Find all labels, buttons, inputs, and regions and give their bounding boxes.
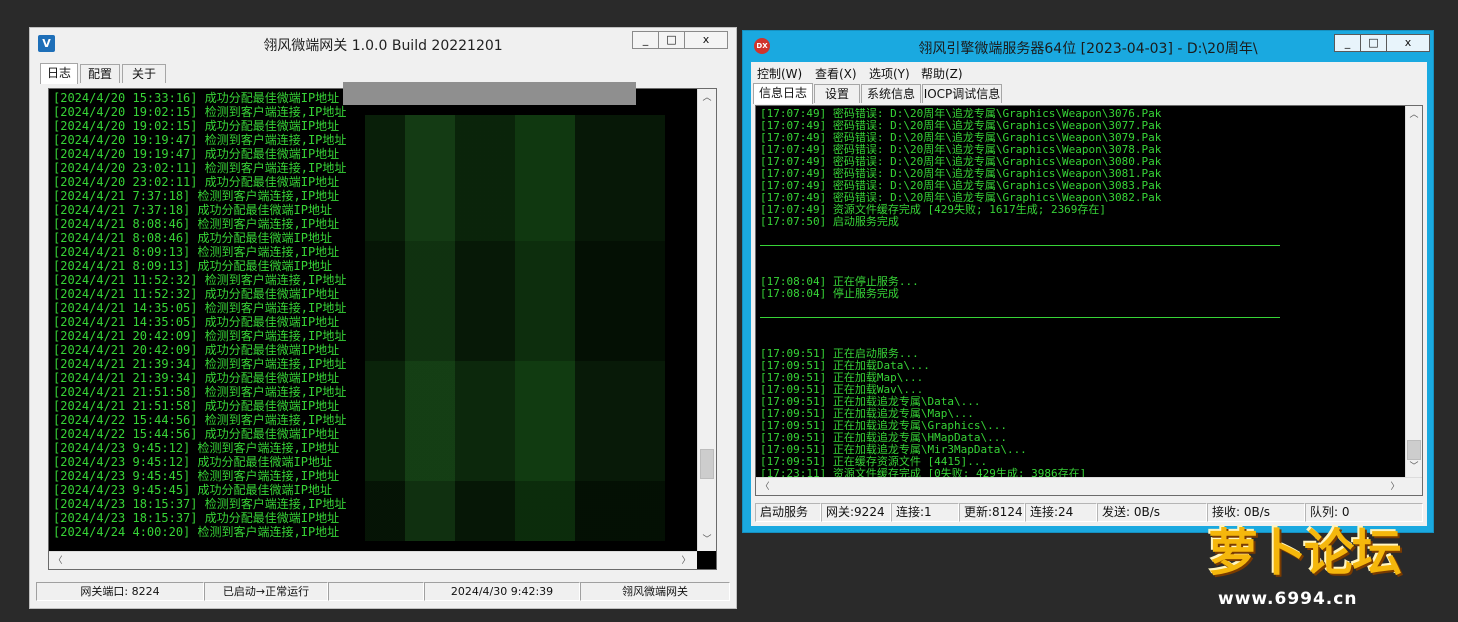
gateway-log-panel: [2024/4/20 15:33:16] 成功分配最佳微端IP地址 [2024/4… [48,88,717,570]
status-time: 2024/4/30 9:42:39 [424,582,580,601]
tab-iocp-debug[interactable]: IOCP调试信息 [922,84,1002,103]
minimize-button[interactable]: _ [1334,34,1361,52]
tab-about[interactable]: 关于 [122,64,166,83]
scroll-thumb[interactable] [700,449,714,479]
menu-control[interactable]: 控制(W) [757,65,802,82]
server-window-title: 翎风引擎微端服务器64位 [2023-04-03] - D:\20周年\ [918,41,1258,57]
tab-system-info[interactable]: 系统信息 [861,84,921,103]
server-window: DX 翎风引擎微端服务器64位 [2023-04-03] - D:\20周年\ … [742,30,1434,533]
minimize-button[interactable]: _ [632,31,659,49]
tab-log[interactable]: 日志 [40,63,78,84]
tab-settings[interactable]: 设置 [814,84,860,103]
status-port: 网关端口: 8224 [36,582,204,601]
watermark-url: www.6994.cn [1218,589,1358,609]
server-horizontal-scrollbar[interactable]: 〈 〉 [756,477,1422,495]
status-update-connections: 连接:24 [1025,503,1097,522]
log-separator [760,312,1400,324]
tab-config[interactable]: 配置 [80,64,120,83]
server-titlebar[interactable]: DX 翎风引擎微端服务器64位 [2023-04-03] - D:\20周年\ … [743,31,1433,61]
server-vertical-scrollbar[interactable]: ︿ ﹀ [1405,106,1422,477]
server-log: [17:07:49] 密码错误: D:\20周年\追龙专属\Graphics\W… [760,108,1400,478]
tab-info-log[interactable]: 信息日志 [753,83,813,104]
scroll-up-icon[interactable]: ︿ [1407,108,1421,122]
gateway-window-title: 翎风微端网关 1.0.0 Build 20221201 [263,38,503,54]
log-line: [17:08:04] 停止服务完成 [760,287,899,300]
log-separator [760,240,1400,252]
menu-options[interactable]: 选项(Y) [869,65,910,82]
close-button[interactable]: x [1386,34,1430,52]
scroll-left-icon[interactable]: 〈 [51,554,65,568]
status-app-name: 翎风微端网关 [580,582,730,601]
menu-view[interactable]: 查看(X) [815,65,857,82]
status-send-rate: 发送: 0B/s [1097,503,1207,522]
maximize-button[interactable]: □ [658,31,685,49]
status-gateway-connections: 连接:1 [891,503,959,522]
status-update-port: 更新:8124 [959,503,1025,522]
status-running: 已启动→正常运行 [204,582,328,601]
gateway-horizontal-scrollbar[interactable]: 〈 〉 [49,551,697,569]
server-menu-bar: 控制(W) 查看(X) 选项(Y) 帮助(Z) [751,62,1427,82]
gateway-status-bar: 网关端口: 8224 已启动→正常运行 2024/4/30 9:42:39 翎风… [36,582,730,602]
menu-help[interactable]: 帮助(Z) [921,65,963,82]
status-start-service: 启动服务 [755,503,821,522]
scroll-down-icon[interactable]: ﹀ [700,533,714,547]
scroll-left-icon[interactable]: 〈 [758,480,772,494]
scroll-right-icon[interactable]: 〉 [679,554,693,568]
scroll-up-icon[interactable]: ︿ [700,91,714,105]
server-client-area: 控制(W) 查看(X) 选项(Y) 帮助(Z) 信息日志 设置 系统信息 IOC… [751,62,1427,526]
watermark: 萝卜论坛 www.6994.cn [1208,519,1448,619]
log-line: [17:07:50] 启动服务完成 [760,215,899,228]
redacted-bar [343,82,636,105]
status-empty [328,582,424,601]
scroll-down-icon[interactable]: ﹀ [1407,460,1421,474]
scroll-thumb[interactable] [1407,440,1421,460]
maximize-button[interactable]: □ [1360,34,1387,52]
watermark-logo: 萝卜论坛 [1208,524,1402,582]
gateway-window: V 翎风微端网关 1.0.0 Build 20221201 _ □ x 日志 配… [29,27,737,609]
server-log-panel: [17:07:49] 密码错误: D:\20周年\追龙专属\Graphics\W… [755,105,1423,496]
scroll-right-icon[interactable]: 〉 [1388,480,1402,494]
status-gateway-port: 网关:9224 [821,503,891,522]
close-button[interactable]: x [684,31,728,49]
gateway-vertical-scrollbar[interactable]: ︿ ﹀ [697,89,716,551]
redacted-area [365,115,665,541]
gateway-titlebar[interactable]: V 翎风微端网关 1.0.0 Build 20221201 _ □ x [30,28,736,58]
